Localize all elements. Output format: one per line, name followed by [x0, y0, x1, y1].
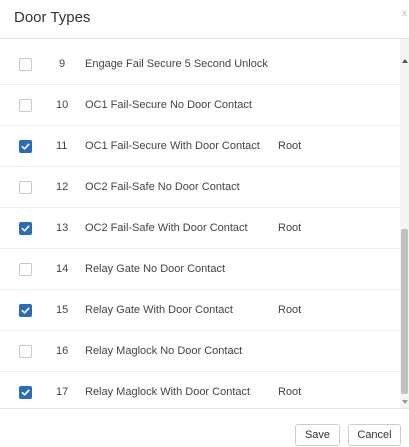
- row-checkbox[interactable]: [19, 263, 32, 276]
- door-types-dialog: Door Types x 9 Engage Fail Secure 5 Secon…: [0, 0, 409, 447]
- arrow-up-icon[interactable]: [402, 59, 408, 63]
- row-name: Relay Maglock No Door Contact: [85, 345, 243, 357]
- row-owner: Root: [278, 304, 302, 316]
- door-type-list: 9 Engage Fail Secure 5 Second Unlock 10 OC1…: [0, 39, 400, 408]
- dialog-title: Door Types: [14, 9, 91, 26]
- list-item[interactable]: 11 OC1 Fail-Secure With Door Contact Root: [0, 126, 400, 167]
- check-icon: [21, 143, 30, 150]
- row-checkbox[interactable]: [19, 58, 32, 71]
- row-number: 11: [56, 140, 68, 152]
- close-icon[interactable]: x: [402, 9, 407, 19]
- row-number: 12: [56, 181, 69, 193]
- row-number: 16: [56, 345, 69, 357]
- list-item[interactable]: 15 Relay Gate With Door Contact Root: [0, 290, 400, 331]
- row-checkbox[interactable]: [19, 386, 32, 399]
- row-number: 17: [56, 386, 69, 398]
- row-checkbox[interactable]: [19, 222, 32, 235]
- row-name: Relay Gate No Door Contact: [85, 263, 226, 275]
- arrow-down-icon[interactable]: [402, 400, 408, 404]
- save-button[interactable]: Save: [295, 424, 340, 446]
- list-item[interactable]: 9 Engage Fail Secure 5 Second Unlock: [0, 44, 400, 85]
- list-item[interactable]: 16 Relay Maglock No Door Contact: [0, 331, 400, 372]
- footer-divider: [0, 408, 409, 409]
- row-owner: Root: [278, 386, 302, 398]
- row-name: Relay Maglock With Door Contact: [85, 386, 251, 398]
- row-checkbox[interactable]: [19, 304, 32, 317]
- scroll-thumb[interactable]: [401, 229, 408, 394]
- row-name: OC2 Fail-Safe No Door Contact: [85, 181, 240, 193]
- check-icon: [21, 307, 30, 314]
- row-name: Relay Gate With Door Contact: [85, 304, 233, 316]
- row-checkbox[interactable]: [19, 99, 32, 112]
- row-owner: Root: [278, 140, 302, 152]
- list-item[interactable]: 12 OC2 Fail-Safe No Door Contact: [0, 167, 400, 208]
- row-name: OC1 Fail-Secure With Door Contact: [85, 140, 260, 152]
- row-number: 15: [56, 304, 69, 316]
- list-item[interactable]: 10 OC1 Fail-Secure No Door Contact: [0, 85, 400, 126]
- row-number: 14: [56, 263, 69, 275]
- row-checkbox[interactable]: [19, 181, 32, 194]
- row-owner: Root: [278, 222, 302, 234]
- list-item[interactable]: 17 Relay Maglock With Door Contact Root: [0, 372, 400, 408]
- cancel-button[interactable]: Cancel: [348, 424, 401, 446]
- scrollbar[interactable]: [400, 39, 409, 408]
- row-name: OC2 Fail-Safe With Door Contact: [85, 222, 248, 234]
- check-icon: [21, 225, 30, 232]
- dialog-header: Door Types x: [0, 0, 409, 38]
- row-number: 9: [59, 58, 66, 70]
- row-checkbox[interactable]: [19, 345, 32, 358]
- row-number: 13: [56, 222, 69, 234]
- row-checkbox[interactable]: [19, 140, 32, 153]
- row-name: OC1 Fail-Secure No Door Contact: [85, 99, 252, 111]
- row-name: Engage Fail Secure 5 Second Unlock: [85, 58, 268, 70]
- row-number: 10: [56, 99, 69, 111]
- check-icon: [21, 389, 30, 396]
- list-item[interactable]: 13 OC2 Fail-Safe With Door Contact Root: [0, 208, 400, 249]
- list-item[interactable]: 14 Relay Gate No Door Contact: [0, 249, 400, 290]
